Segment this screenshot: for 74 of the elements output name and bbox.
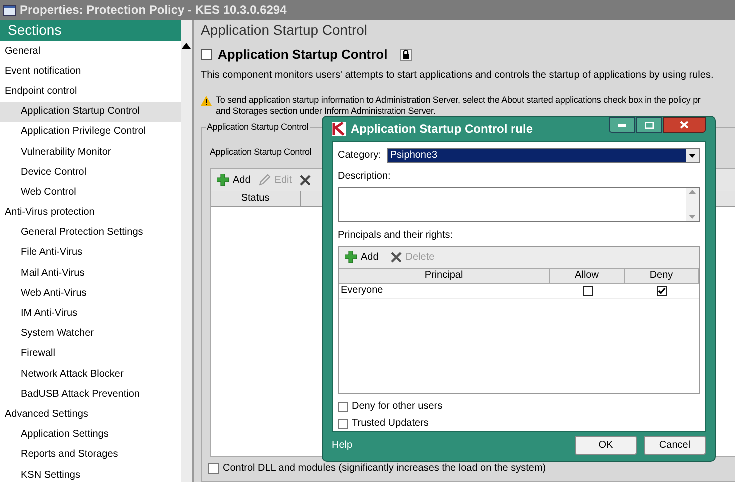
tree-item[interactable]: Mail Anti-Virus <box>0 263 181 284</box>
tree-item[interactable]: General <box>0 41 181 62</box>
close-button[interactable] <box>663 117 706 133</box>
maximize-icon <box>644 122 654 128</box>
cross-icon <box>390 252 402 263</box>
tree-item[interactable]: Endpoint control <box>0 81 181 102</box>
tree-item[interactable]: Reports and Storages <box>0 444 181 465</box>
close-icon <box>680 121 689 129</box>
checkbox[interactable] <box>201 49 212 60</box>
mode-label: Application Startup Control <box>210 146 312 159</box>
field-label: Principals and their rights: <box>338 228 454 243</box>
field-label: Category: <box>338 149 382 163</box>
checkbox-label: Control DLL and modules (significantly increases the load on the system) <box>223 462 546 476</box>
column-header[interactable]: Allow <box>550 268 625 283</box>
tree-item[interactable]: Firewall <box>0 344 181 364</box>
scrollbar[interactable] <box>181 20 192 482</box>
warning-text: and Storages section under Inform Administration Server. <box>216 106 437 116</box>
checkbox[interactable] <box>582 286 592 296</box>
checkbox-label: Trusted Updaters <box>352 417 429 431</box>
cross-icon <box>300 174 312 186</box>
category-dropdown[interactable]: Psiphone3 <box>387 148 700 163</box>
tree-item[interactable]: Network Attack Blocker <box>0 364 181 384</box>
tree-item[interactable]: KSN Settings <box>0 464 181 482</box>
help-link[interactable]: Help <box>332 438 353 453</box>
tree-item[interactable]: Application Startup Control <box>0 102 181 122</box>
minimize-icon <box>618 124 626 126</box>
group-label: Application Startup Control <box>206 120 310 134</box>
warning-icon <box>201 96 212 106</box>
minimize-button[interactable] <box>609 117 635 133</box>
plus-icon <box>217 174 229 186</box>
warning-text: To send application startup information to Administration Server, select the About started applications check box in the policy pr <box>216 94 701 106</box>
description-field[interactable] <box>338 187 700 222</box>
checkbox-label: Application Startup Control <box>218 46 388 64</box>
sidebar-header: Sections <box>0 20 181 41</box>
checkbox[interactable] <box>338 402 348 412</box>
maximize-button[interactable] <box>636 117 662 133</box>
checkbox-label: Deny for other users <box>352 400 443 414</box>
section-heading: Application Startup Control <box>201 21 369 40</box>
app-logo-icon <box>332 122 346 136</box>
pencil-icon <box>258 174 271 186</box>
window-icon <box>3 4 16 16</box>
checkbox[interactable] <box>208 462 219 474</box>
dialog-button[interactable]: OK <box>575 436 637 455</box>
tree-item[interactable]: Vulnerability Monitor <box>0 142 181 162</box>
checkbox[interactable] <box>657 286 667 296</box>
toolbar-button[interactable]: Add <box>217 172 251 188</box>
tree-item[interactable]: BadUSB Attack Prevention <box>0 384 181 404</box>
tree-item[interactable]: IM Anti-Virus <box>0 303 181 324</box>
table-cell-text: Everyone <box>340 284 384 298</box>
tree-item[interactable]: Web Control <box>0 182 181 202</box>
tree-item[interactable]: Anti-Virus protection <box>0 202 181 223</box>
column-header[interactable]: Principal <box>339 268 550 283</box>
description-text: This component monitors users' attempts to start applications and controls the startup of applications by using rules. <box>201 68 715 82</box>
tree-item[interactable]: General Protection Settings <box>0 222 181 243</box>
plus-icon <box>345 251 357 264</box>
tree-item[interactable]: File Anti-Virus <box>0 242 181 264</box>
toolbar-button[interactable] <box>300 174 312 186</box>
dialog-title: Application Startup Control rule <box>351 121 533 138</box>
tree-item[interactable]: System Watcher <box>0 324 181 344</box>
checkbox[interactable] <box>338 418 348 428</box>
field-label: Description: <box>338 170 392 184</box>
tree-item[interactable]: Event notification <box>0 61 181 82</box>
lock-icon[interactable] <box>400 48 412 61</box>
dialog-button[interactable]: Cancel <box>644 436 706 455</box>
scroll-up-icon[interactable] <box>182 43 191 49</box>
window-title: Properties: Protection Policy - KES 10.3.0.6294 <box>20 2 287 19</box>
toolbar-button[interactable]: Add <box>345 250 379 265</box>
tree-item[interactable]: Application Settings <box>0 424 181 445</box>
tree-item[interactable]: Advanced Settings <box>0 404 181 425</box>
tree-item[interactable]: Application Privilege Control <box>0 122 181 142</box>
column-header[interactable]: Deny <box>625 268 699 283</box>
tree-item[interactable]: Device Control <box>0 162 181 182</box>
column-header[interactable]: Status <box>211 191 301 206</box>
tree-item[interactable]: Web Anti-Virus <box>0 283 181 304</box>
